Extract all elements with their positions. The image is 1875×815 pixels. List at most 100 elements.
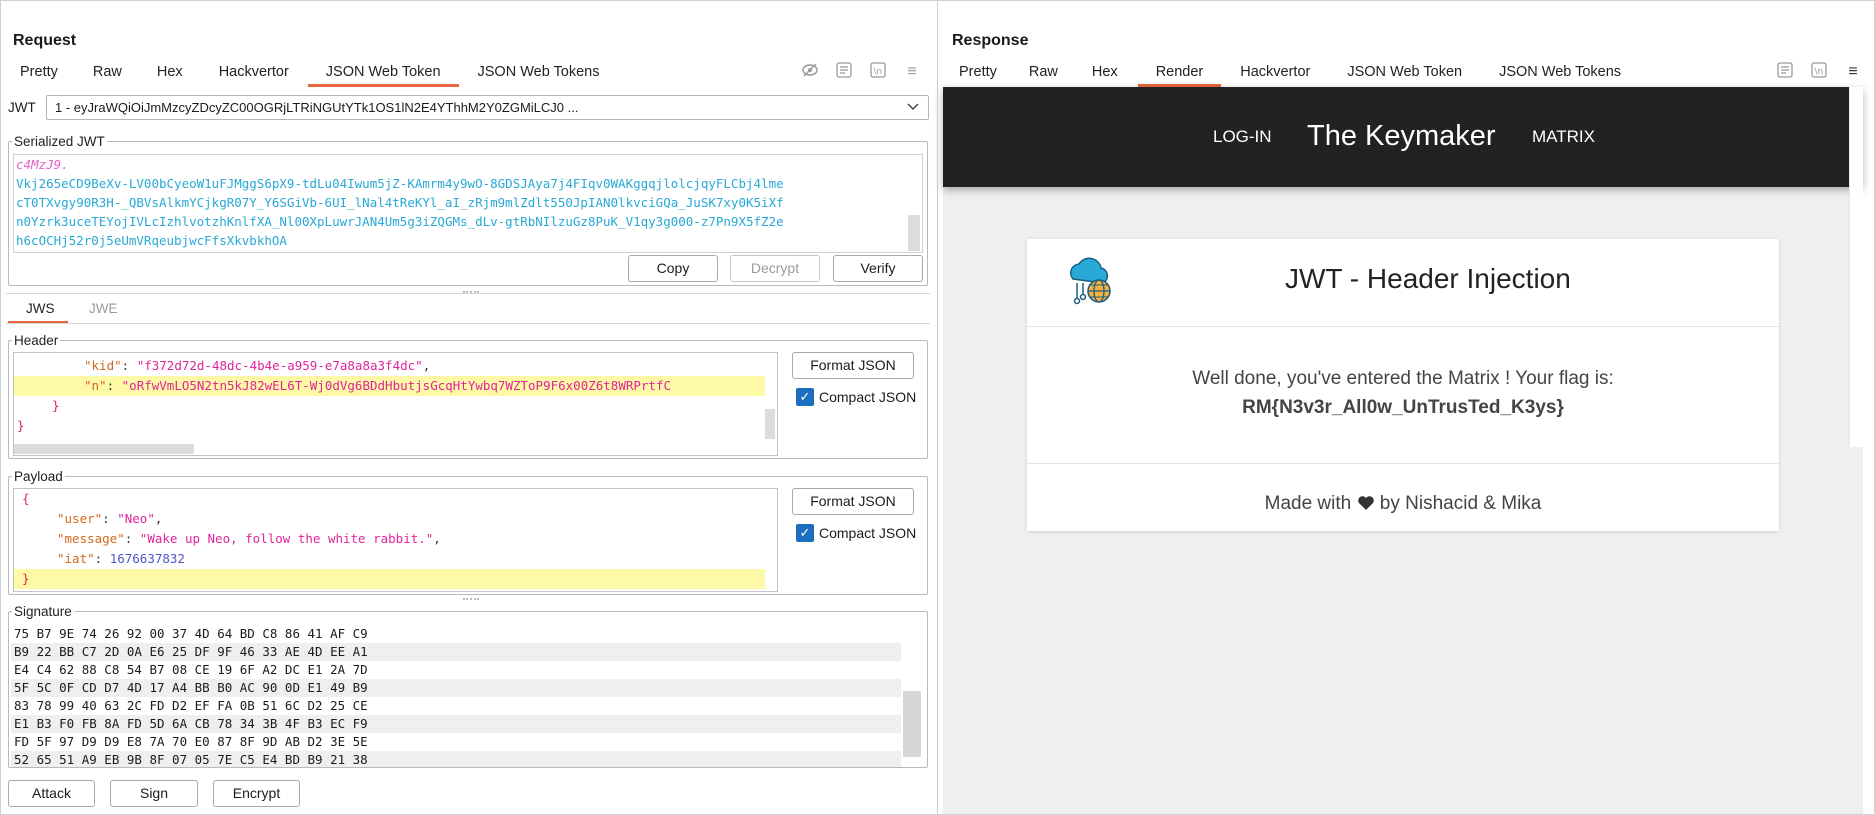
render-scrollbar[interactable] xyxy=(1849,87,1863,447)
signature-row: 52 65 51 A9 EB 9B 8F 07 05 7E C5 E4 BD B… xyxy=(11,751,901,767)
nav-matrix-link[interactable]: MATRIX xyxy=(1532,127,1595,147)
header-line-kid: "kid": "f372d72d-48dc-4b4e-a959-e7a8a8a3… xyxy=(84,358,431,373)
signature-legend: Signature xyxy=(14,604,72,619)
decrypt-button[interactable]: Decrypt xyxy=(730,255,820,282)
signature-row: E4 C4 62 88 C8 54 B7 08 CE 19 6F A2 DC E… xyxy=(14,662,368,677)
svg-text:\n: \n xyxy=(874,67,883,77)
jwt-select[interactable]: 1 - eyJraWQiOiJmMzcyZDcyZC00OGRjLTRiNGUt… xyxy=(46,95,929,120)
header-line-n: "n": "oRfwVmLO5N2tn5kJ82wEL6T-Wj0dVg6BDd… xyxy=(14,376,765,396)
signature-hex[interactable]: 75 B7 9E 74 26 92 00 37 4D 64 BD C8 86 4… xyxy=(11,625,923,767)
tab-hex[interactable]: Hex xyxy=(1092,59,1118,87)
footer-made-with: Made with xyxy=(1264,493,1352,514)
tab-jwe[interactable]: JWE xyxy=(89,301,118,316)
nav-login-link[interactable]: LOG-IN xyxy=(1213,127,1272,147)
attack-button[interactable]: Attack xyxy=(8,780,95,807)
flag-card: JWT - Header Injection Well done, you've… xyxy=(1027,239,1779,531)
tab-raw[interactable]: Raw xyxy=(93,59,122,87)
payload-compact-json-label[interactable]: Compact JSON xyxy=(819,525,916,541)
header-n-key: "n" xyxy=(84,378,107,393)
card-title: JWT - Header Injection xyxy=(1285,263,1571,294)
tab-pretty[interactable]: Pretty xyxy=(20,59,58,87)
encrypt-button[interactable]: Encrypt xyxy=(213,780,300,807)
jwt-line: n0Yzrk3uceTEYojIVLcIzhlvotzhKnlfXA_Nl00X… xyxy=(16,214,784,229)
tab-jws[interactable]: JWS xyxy=(26,301,55,316)
tab-pretty[interactable]: Pretty xyxy=(959,59,997,87)
menu-icon[interactable]: ≡ xyxy=(1842,61,1864,83)
tab-hex[interactable]: Hex xyxy=(157,59,183,87)
serialized-jwt-text[interactable]: c4MzJ9. Vkj265eCD9BeXv-LV00bCyeoW1uFJMgg… xyxy=(13,154,923,253)
payload-iat-value: 1676637832 xyxy=(109,551,185,566)
splitter-line xyxy=(6,293,930,294)
wrap-icon[interactable] xyxy=(1774,61,1796,83)
payload-user-value: "Neo" xyxy=(117,511,155,526)
payload-line-message: "message": "Wake up Neo, follow the whit… xyxy=(57,531,441,546)
signature-row: 83 78 99 40 63 2C FD D2 EF FA 0B 51 6C D… xyxy=(14,698,368,713)
jwt-line: c4MzJ9. xyxy=(16,157,69,172)
header-kid-value: "f372d72d-48dc-4b4e-a959-e7a8a8a3f4dc" xyxy=(136,358,423,373)
header-format-json-button[interactable]: Format JSON xyxy=(792,352,914,379)
signature-row: B9 22 BB C7 2D 0A E6 25 DF 9F 46 33 AE 4… xyxy=(11,643,901,661)
payload-user-key: "user" xyxy=(57,511,103,526)
payload-message-key: "message" xyxy=(57,531,125,546)
signature-row: 5F 5C 0F CD D7 4D 17 A4 BB B0 AC 90 0D E… xyxy=(11,679,901,697)
heart-icon xyxy=(1357,495,1375,517)
jwt-line: cT0TXvgy90R3H-_QBVsAlkmYCjkgR07Y_Y6SGiVb… xyxy=(16,195,784,210)
checkbox-icon[interactable]: ✓ xyxy=(796,388,814,406)
payload-message-value: "Wake up Neo, follow the white rabbit." xyxy=(139,531,434,546)
newline-icon[interactable]: \n xyxy=(867,61,889,83)
newline-icon[interactable]: \n xyxy=(1808,61,1830,83)
tab-json-web-tokens[interactable]: JSON Web Tokens xyxy=(1499,59,1621,87)
eye-slash-icon[interactable] xyxy=(799,61,821,83)
payload-format-json-button[interactable]: Format JSON xyxy=(792,488,914,515)
site-navbar: LOG-IN The Keymaker MATRIX xyxy=(943,87,1863,187)
tab-raw[interactable]: Raw xyxy=(1029,59,1058,87)
verify-button[interactable]: Verify xyxy=(833,255,923,282)
payload-line-iat: "iat": 1676637832 xyxy=(57,551,185,566)
header-kid-key: "kid" xyxy=(84,358,122,373)
jwt-select-value: 1 - eyJraWQiOiJmMzcyZDcyZC00OGRjLTRiNGUt… xyxy=(55,100,579,115)
jwt-line: h6cOCHj52r0j5eUmVRqeubjwcFfsXkvbkhOA xyxy=(16,233,287,248)
serialized-scrollbar[interactable] xyxy=(908,215,920,251)
header-editor[interactable]: "kid": "f372d72d-48dc-4b4e-a959-e7a8a8a3… xyxy=(13,352,778,456)
flag-message: Well done, you've entered the Matrix ! Y… xyxy=(1192,368,1614,389)
payload-line-close: } xyxy=(14,569,765,589)
menu-icon[interactable]: ≡ xyxy=(901,61,923,83)
splitter-handle[interactable] xyxy=(463,598,479,602)
payload-line-user: "user": "Neo", xyxy=(57,511,163,526)
tab-json-web-token[interactable]: JSON Web Token xyxy=(307,59,459,87)
signature-row: E1 B3 F0 FB 8A FD 5D 6A CB 78 34 3B 4F B… xyxy=(11,715,901,733)
tab-hackvertor[interactable]: Hackvertor xyxy=(1240,59,1310,87)
svg-text:\n: \n xyxy=(1815,67,1824,77)
tab-json-web-token[interactable]: JSON Web Token xyxy=(1347,59,1462,87)
payload-line-open: { xyxy=(22,491,30,506)
signature-row: FD 5F 97 D9 D9 E8 7A 70 E0 87 8F 9D AB D… xyxy=(14,734,368,749)
card-divider-bottom xyxy=(1027,463,1779,464)
request-tabs: Pretty Raw Hex Hackvertor JSON Web Token… xyxy=(20,59,599,87)
jwt-line: Vkj265eCD9BeXv-LV00bCyeoW1uFJMggS6pX9-td… xyxy=(16,176,784,191)
tab-hackvertor[interactable]: Hackvertor xyxy=(219,59,289,87)
request-title: Request xyxy=(13,32,77,49)
response-title: Response xyxy=(952,32,1029,49)
header-vscrollbar[interactable] xyxy=(765,409,775,439)
header-hscrollbar[interactable] xyxy=(14,444,194,454)
header-line-close-outer: } xyxy=(17,418,25,433)
response-tabs: Pretty Raw Hex Render Hackvertor JSON We… xyxy=(959,59,1621,87)
payload-iat-key: "iat" xyxy=(57,551,95,566)
wrap-icon[interactable] xyxy=(833,61,855,83)
header-compact-json-label[interactable]: Compact JSON xyxy=(819,389,916,405)
copy-button[interactable]: Copy xyxy=(628,255,718,282)
checkbox-icon[interactable]: ✓ xyxy=(796,524,814,542)
payload-editor[interactable]: { "user": "Neo", "message": "Wake up Neo… xyxy=(13,488,778,592)
header-n-value: "oRfwVmLO5N2tn5kJ82wEL6T-Wj0dVg6BDdHbutj… xyxy=(121,378,672,393)
chevron-down-icon xyxy=(906,99,920,118)
payload-legend: Payload xyxy=(14,469,63,484)
serialized-jwt-legend: Serialized JWT xyxy=(14,134,105,149)
sign-button[interactable]: Sign xyxy=(110,780,198,807)
tab-json-web-tokens[interactable]: JSON Web Tokens xyxy=(478,59,600,87)
signature-scrollbar[interactable] xyxy=(903,691,921,757)
nav-brand[interactable]: The Keymaker xyxy=(1307,120,1496,153)
jwt-label: JWT xyxy=(8,100,36,115)
header-legend: Header xyxy=(14,333,59,348)
flag-value: RM{N3v3r_All0w_UnTrusTed_K3ys} xyxy=(1242,397,1564,418)
tab-render[interactable]: Render xyxy=(1137,59,1221,87)
